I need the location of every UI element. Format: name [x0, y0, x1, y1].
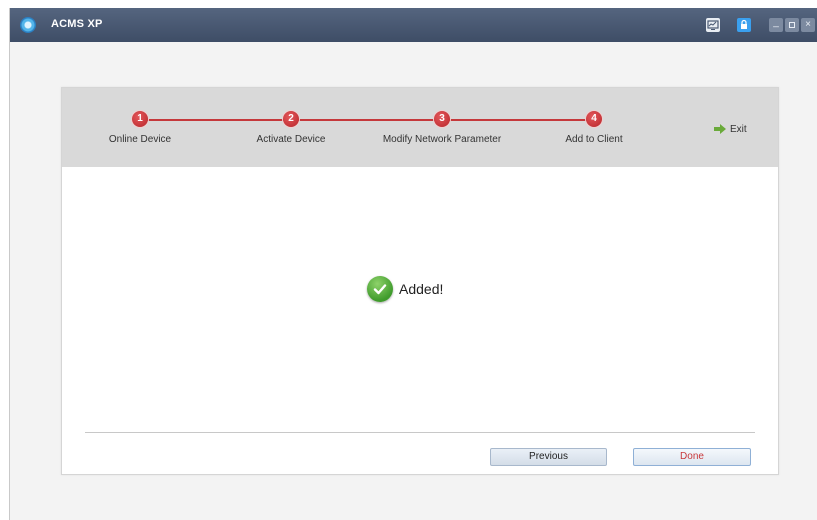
exit-link[interactable]: Exit: [714, 122, 747, 136]
app-title: ACMS XP: [51, 18, 103, 30]
result-message: Added!: [367, 276, 443, 302]
maximize-icon: [789, 22, 795, 28]
step-connector: [442, 119, 594, 121]
title-bar[interactable]: ACMS XP _ ×: [10, 8, 817, 42]
lock-icon[interactable]: [737, 18, 751, 32]
result-text: Added!: [399, 281, 444, 297]
step-label: Online Device: [108, 134, 172, 145]
done-button[interactable]: Done: [633, 448, 751, 466]
success-check-icon: [367, 276, 393, 302]
exit-label: Exit: [730, 123, 747, 135]
close-button[interactable]: ×: [801, 18, 815, 32]
step-label: Modify Network Parameter: [382, 134, 502, 145]
footer-divider: [85, 432, 755, 433]
monitor-icon[interactable]: [706, 18, 720, 32]
app-window: ACMS XP _ × 1 Online Device 2 Activate D…: [9, 8, 817, 520]
wizard-steps-header: 1 Online Device 2 Activate Device 3 Modi…: [62, 88, 778, 167]
step-number-badge: 1: [132, 111, 148, 127]
step-label: Activate Device: [256, 134, 326, 145]
previous-button[interactable]: Previous: [490, 448, 607, 466]
app-logo-icon: [20, 17, 36, 33]
minimize-button[interactable]: _: [769, 18, 783, 32]
step-connector: [140, 119, 291, 121]
step-number-badge: 4: [586, 111, 602, 127]
step-number-badge: 2: [283, 111, 299, 127]
maximize-button[interactable]: [785, 18, 799, 32]
add-device-wizard: 1 Online Device 2 Activate Device 3 Modi…: [61, 87, 779, 475]
step-number-badge: 3: [434, 111, 450, 127]
step-connector: [291, 119, 442, 121]
exit-icon: [714, 124, 726, 134]
step-label: Add to Client: [565, 134, 623, 145]
